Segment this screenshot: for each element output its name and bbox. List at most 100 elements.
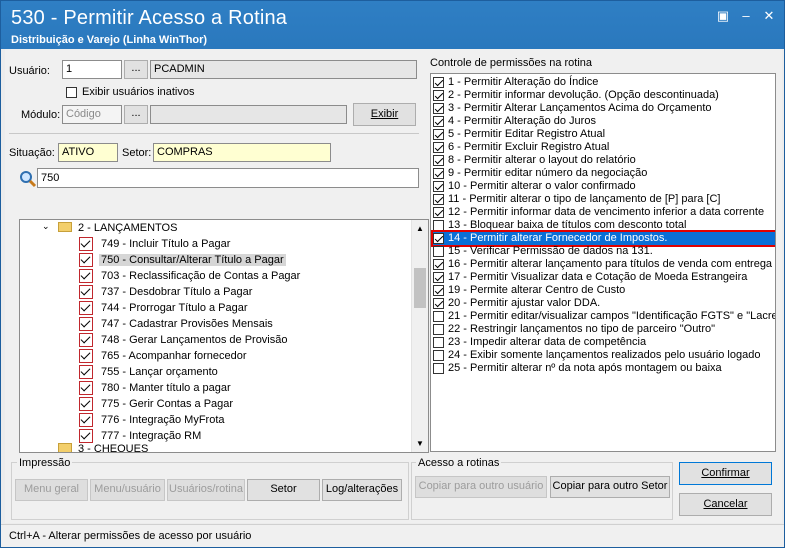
tree-item[interactable]: 750 - Consultar/Alterar Título a Pagar	[20, 252, 412, 268]
setor-field[interactable]: COMPRAS	[153, 143, 331, 162]
tree-item[interactable]: 744 - Prorrogar Título a Pagar	[20, 300, 412, 316]
modulo-lookup-button[interactable]: ...	[124, 105, 148, 124]
permission-item[interactable]: 4 - Permitir Alteração do Juros	[433, 115, 775, 128]
tree-item-checkbox[interactable]	[79, 333, 93, 347]
permission-item[interactable]: 10 - Permitir alterar o valor confirmado	[433, 180, 775, 193]
restore-icon[interactable]: ▣	[714, 8, 732, 24]
permission-item[interactable]: 16 - Permitir alterar lançamento para tí…	[433, 258, 775, 271]
permission-item[interactable]: 19 - Permite alterar Centro de Custo	[433, 284, 775, 297]
permission-item[interactable]: 8 - Permitir alterar o layout do relatór…	[433, 154, 775, 167]
menu-usuario-button[interactable]: Menu/usuário	[90, 479, 165, 501]
tree-item[interactable]: 765 - Acompanhar fornecedor	[20, 348, 412, 364]
permission-checkbox[interactable]	[433, 129, 444, 140]
tree-item[interactable]: 749 - Incluir Título a Pagar	[20, 236, 412, 252]
scroll-up-icon[interactable]: ▲	[416, 224, 424, 233]
tree-item[interactable]: 775 - Gerir Contas a Pagar	[20, 396, 412, 412]
permission-item[interactable]: 22 - Restringir lançamentos no tipo de p…	[433, 323, 775, 336]
cancel-button[interactable]: Cancelar	[679, 493, 772, 516]
permission-item[interactable]: 3 - Permitir Alterar Lançamentos Acima d…	[433, 102, 775, 115]
inactive-users-checkbox[interactable]	[66, 86, 77, 98]
permission-item[interactable]: 24 - Exibir somente lançamentos realizad…	[433, 349, 775, 362]
tree-item-checkbox[interactable]	[79, 365, 93, 379]
copy-to-sector-button[interactable]: Copiar para outro Setor	[550, 476, 670, 498]
tree-item[interactable]: 755 - Lançar orçamento	[20, 364, 412, 380]
permission-checkbox[interactable]	[433, 155, 444, 166]
permission-item[interactable]: 1 - Permitir Alteração do Índice	[433, 76, 775, 89]
permission-checkbox[interactable]	[433, 90, 444, 101]
tree-scrollbar[interactable]: ▲ ▼	[411, 220, 428, 452]
permission-checkbox[interactable]	[433, 77, 444, 88]
permission-checkbox[interactable]	[433, 168, 444, 179]
tree-item-checkbox[interactable]	[79, 381, 93, 395]
permission-checkbox[interactable]	[433, 181, 444, 192]
permission-item[interactable]: 2 - Permitir informar devolução. (Opção …	[433, 89, 775, 102]
permission-item[interactable]: 6 - Permitir Excluir Registro Atual	[433, 141, 775, 154]
situacao-field[interactable]: ATIVO	[58, 143, 118, 162]
setor-button[interactable]: Setor	[247, 479, 320, 501]
permission-checkbox[interactable]	[433, 246, 444, 257]
scroll-thumb[interactable]	[414, 268, 426, 308]
permission-checkbox[interactable]	[433, 116, 444, 127]
menu-geral-button[interactable]: Menu geral	[15, 479, 88, 501]
tree-item[interactable]: 703 - Reclassificação de Contas a Pagar	[20, 268, 412, 284]
permission-item[interactable]: 25 - Permitir alterar nº da nota após mo…	[433, 362, 775, 375]
tree-item-checkbox[interactable]	[79, 269, 93, 283]
tree-item-checkbox[interactable]	[79, 317, 93, 331]
permission-checkbox[interactable]	[433, 350, 444, 361]
tree-item[interactable]: 737 - Desdobrar Título a Pagar	[20, 284, 412, 300]
close-icon[interactable]: ✕	[760, 8, 778, 24]
permission-item[interactable]: 23 - Impedir alterar data de competência	[433, 336, 775, 349]
copy-to-user-button[interactable]: Copiar para outro usuário	[415, 476, 547, 498]
tree-group-cheques[interactable]: 3 - CHEQUES	[20, 441, 412, 452]
usuarios-rotina-button[interactable]: Usuários/rotina	[167, 479, 245, 501]
permission-item[interactable]: 5 - Permitir Editar Registro Atual	[433, 128, 775, 141]
permission-checkbox[interactable]	[433, 103, 444, 114]
tree-item[interactable]: 748 - Gerar Lançamentos de Provisão	[20, 332, 412, 348]
search-input[interactable]: 750	[37, 168, 419, 188]
permission-checkbox[interactable]	[433, 233, 444, 244]
modulo-code-input[interactable]: Código	[62, 105, 122, 124]
permission-item[interactable]: 20 - Permitir ajustar valor DDA.	[433, 297, 775, 310]
permission-checkbox[interactable]	[433, 142, 444, 153]
permission-checkbox[interactable]	[433, 272, 444, 283]
permission-checkbox[interactable]	[433, 324, 444, 335]
permission-checkbox[interactable]	[433, 220, 444, 231]
log-alteracoes-button[interactable]: Log/alterações	[322, 479, 402, 501]
permission-checkbox[interactable]	[433, 207, 444, 218]
tree-item-label: 776 - Integração MyFrota	[101, 414, 225, 426]
permission-checkbox[interactable]	[433, 259, 444, 270]
tree-item-checkbox[interactable]	[79, 397, 93, 411]
exibir-button[interactable]: Exibir	[353, 103, 416, 126]
permission-item[interactable]: 11 - Permitir alterar o tipo de lançamen…	[433, 193, 775, 206]
tree-item-checkbox[interactable]	[79, 285, 93, 299]
permission-item[interactable]: 13 - Bloquear baixa de títulos com desco…	[433, 219, 775, 232]
permission-item[interactable]: 12 - Permitir informar data de venciment…	[433, 206, 775, 219]
permission-checkbox[interactable]	[433, 298, 444, 309]
permission-checkbox[interactable]	[433, 194, 444, 205]
permission-checkbox[interactable]	[433, 285, 444, 296]
tree-item[interactable]: 780 - Manter título a pagar	[20, 380, 412, 396]
usuario-code-input[interactable]: 1	[62, 60, 122, 79]
permission-item[interactable]: 15 - Verificar Permissão de dados na 131…	[433, 245, 775, 258]
usuario-lookup-button[interactable]: ...	[124, 60, 148, 79]
tree-item-label: 747 - Cadastrar Provisões Mensais	[101, 318, 273, 330]
minimize-icon[interactable]: –	[737, 8, 755, 24]
tree-item[interactable]: 776 - Integração MyFrota	[20, 412, 412, 428]
confirm-button[interactable]: Confirmar	[679, 462, 772, 485]
permission-item[interactable]: 21 - Permitir editar/visualizar campos "…	[433, 310, 775, 323]
chevron-down-icon[interactable]: ⌄	[42, 221, 50, 232]
tree-item-checkbox[interactable]	[79, 253, 93, 267]
permission-item[interactable]: 17 - Permitir Visualizar data e Cotação …	[433, 271, 775, 284]
tree-group-lancamentos[interactable]: ⌄ 2 - LANÇAMENTOS	[20, 220, 412, 236]
permission-checkbox[interactable]	[433, 337, 444, 348]
permission-item[interactable]: 9 - Permitir editar número da negociação	[433, 167, 775, 180]
permission-item[interactable]: 14 - Permitir alterar Fornecedor de Impo…	[431, 230, 775, 247]
tree-item[interactable]: 747 - Cadastrar Provisões Mensais	[20, 316, 412, 332]
tree-item-checkbox[interactable]	[79, 237, 93, 251]
tree-item-checkbox[interactable]	[79, 413, 93, 427]
tree-item-checkbox[interactable]	[79, 349, 93, 363]
tree-item-checkbox[interactable]	[79, 301, 93, 315]
permission-checkbox[interactable]	[433, 311, 444, 322]
scroll-down-icon[interactable]: ▼	[416, 439, 424, 448]
permission-checkbox[interactable]	[433, 363, 444, 374]
